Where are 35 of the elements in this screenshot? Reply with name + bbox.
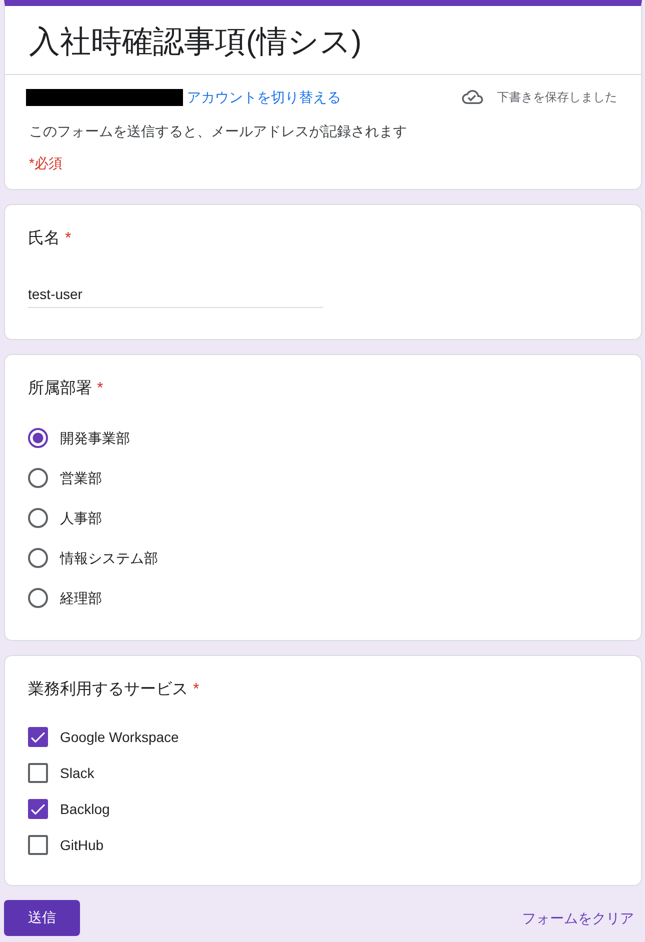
required-mark: * bbox=[65, 229, 72, 249]
checkbox[interactable] bbox=[28, 799, 48, 819]
checkbox[interactable] bbox=[28, 727, 48, 747]
draft-saved-status: 下書きを保存しました bbox=[497, 89, 617, 105]
option-label[interactable]: 経理部 bbox=[60, 588, 102, 608]
radio-button[interactable] bbox=[28, 468, 48, 488]
question-title: 業務利用するサービス bbox=[28, 680, 188, 700]
option-label[interactable]: Backlog bbox=[60, 799, 110, 819]
question-title: 所属部署 bbox=[28, 378, 92, 399]
checkbox[interactable] bbox=[28, 835, 48, 855]
question-title: 氏名 bbox=[28, 228, 60, 249]
radio-button[interactable] bbox=[28, 508, 48, 528]
email-notice: このフォームを送信すると、メールアドレスが記録されます bbox=[29, 122, 407, 141]
form-title: 入社時確認事項(情シス) bbox=[29, 23, 363, 61]
radio-button[interactable] bbox=[28, 428, 48, 448]
submit-button[interactable]: 送信 bbox=[4, 900, 80, 936]
checkbox[interactable] bbox=[28, 763, 48, 783]
option-label[interactable]: 営業部 bbox=[60, 468, 102, 488]
radio-button[interactable] bbox=[28, 588, 48, 608]
option-label[interactable]: GitHub bbox=[60, 835, 104, 855]
text-input-field[interactable]: test-user bbox=[28, 280, 323, 308]
required-note: *必須 bbox=[29, 154, 62, 173]
option-label[interactable]: 人事部 bbox=[60, 508, 102, 528]
option-label[interactable]: 開発事業部 bbox=[60, 428, 130, 448]
required-mark: * bbox=[193, 680, 200, 700]
option-label[interactable]: Google Workspace bbox=[60, 727, 179, 747]
checkmark-icon bbox=[31, 804, 45, 814]
radio-button[interactable] bbox=[28, 548, 48, 568]
cloud-check-icon bbox=[462, 90, 483, 104]
checkmark-icon bbox=[31, 732, 45, 742]
option-label[interactable]: 情報システム部 bbox=[60, 548, 158, 568]
clear-form-link[interactable]: フォームをクリア bbox=[522, 908, 634, 928]
switch-account-link[interactable]: アカウントを切り替える bbox=[187, 87, 341, 107]
option-label[interactable]: Slack bbox=[60, 763, 94, 783]
required-mark: * bbox=[97, 379, 104, 399]
